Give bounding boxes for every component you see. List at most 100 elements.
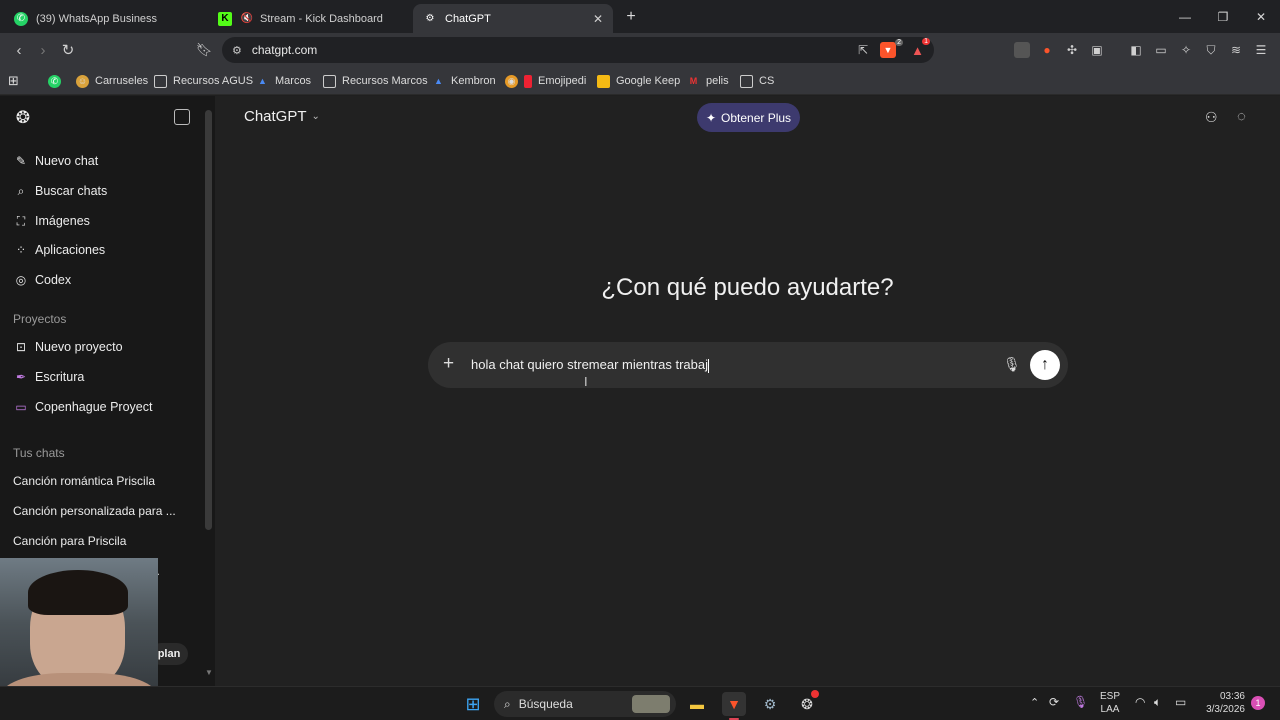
address-bar[interactable]: ⚙︎ chatgpt.com ⇱ ▼ 2 ▲ 1 (222, 37, 934, 63)
temporary-chat-icon[interactable]: ◌ (1237, 108, 1246, 125)
sidebar-toggle-icon[interactable]: ◧ (1128, 42, 1144, 58)
openai-logo-icon[interactable]: ❂ (13, 108, 33, 128)
microphone-icon[interactable]: 🎙︎ (1073, 695, 1088, 709)
sidebar-item-label: Nuevo proyecto (35, 340, 123, 354)
bookmark-carruseles[interactable]: ☺ Carruseles (76, 72, 148, 90)
folder-icon (154, 74, 167, 88)
extension-icon[interactable] (1014, 42, 1030, 58)
sidebar-item-escritura[interactable]: ✒ Escritura (13, 365, 84, 389)
back-button[interactable]: ‹ (8, 39, 30, 61)
scroll-down-icon[interactable]: ▼ (205, 668, 213, 677)
wifi-icon[interactable]: ◠ (1135, 695, 1145, 709)
apps-icon: ⁘ (15, 243, 27, 257)
bookmark-marcos[interactable]: ▲ Marcos (256, 72, 311, 90)
folder-icon (740, 74, 753, 88)
notification-badge[interactable]: 1 (1251, 696, 1265, 710)
mute-icon[interactable]: 🔇 (240, 12, 254, 26)
get-plus-button[interactable]: ✦ Obtener Plus (697, 103, 800, 132)
emojipedia-icon (524, 74, 532, 88)
sidebar-item-search-chats[interactable]: ⌕ Buscar chats (13, 179, 108, 203)
bookmark-whatsapp[interactable]: ✆ (48, 72, 67, 90)
bookmark-kembron[interactable]: ▲ Kembron (432, 72, 496, 90)
file-explorer-icon[interactable]: ▬ (685, 692, 709, 716)
windows-start-icon[interactable]: ⊞ (461, 692, 485, 716)
bookmark-pelis[interactable]: M pelis (687, 72, 729, 90)
bookmark-label: CS (759, 75, 775, 87)
tab-whatsapp[interactable]: ✆ (39) WhatsApp Business (4, 4, 204, 33)
language-code: ESP (1100, 691, 1121, 702)
tab-kick[interactable]: K 🔇 Stream - Kick Dashboard (208, 4, 408, 33)
bookmark-label: pelis (706, 75, 729, 87)
menu-icon[interactable]: ☰ (1253, 42, 1269, 58)
site-info-icon[interactable]: ⚙︎ (232, 44, 242, 57)
leo-ai-icon[interactable]: ✧ (1178, 42, 1194, 58)
chat-item[interactable]: Canción para Priscila (13, 534, 126, 548)
google-drive-icon: ▲ (258, 76, 267, 86)
prompt-input[interactable]: hola chat quiero stremear mientras traba… (471, 357, 710, 373)
bookmarks-bar: ⊞ ✆ ☺ Carruseles Recursos AGUS ▲ Marcos … (0, 67, 1280, 95)
bookmark-google-keep[interactable]: Google Keep (597, 72, 680, 90)
volume-icon[interactable]: 🔈︎ (1154, 695, 1161, 710)
microphone-icon[interactable]: 🎙︎ (1003, 356, 1021, 373)
person-hair (28, 570, 128, 615)
sidebar-item-apps[interactable]: ⁘ Aplicaciones (13, 238, 105, 262)
url-text[interactable]: chatgpt.com (252, 43, 317, 57)
bookmark-cs[interactable]: CS (740, 72, 774, 90)
chat-item[interactable]: Canción romántica Priscila (13, 474, 155, 488)
bookmark-icon[interactable]: 🔖︎ (193, 39, 215, 61)
sidebar-item-codex[interactable]: ◎ Codex (13, 268, 71, 292)
sidebar-item-new-project[interactable]: ⊡ Nuevo proyecto (13, 335, 123, 359)
search-icon: ⌕ (17, 183, 25, 198)
restore-button[interactable]: ❐ (1204, 0, 1242, 33)
bookmark-recursos-agus[interactable]: Recursos AGUS (154, 72, 253, 90)
text-cursor (708, 358, 710, 373)
add-person-icon[interactable]: ⚇ (1205, 109, 1218, 126)
tray-overflow-icon[interactable]: ⌃ (1030, 696, 1039, 709)
vpn-icon[interactable]: ⛉ (1203, 42, 1219, 58)
sidebar-item-new-chat[interactable]: ✎ Nuevo chat (13, 149, 98, 173)
brave-shields-icon[interactable]: ▼ (880, 42, 896, 58)
sidebar-scrollbar[interactable] (205, 110, 212, 530)
send-button[interactable]: ↑ (1030, 350, 1060, 380)
whatsapp-icon: ✆ (14, 11, 28, 26)
model-selector[interactable]: ChatGPT ⌄ (244, 108, 320, 125)
sidebar-item-label: Buscar chats (35, 184, 108, 198)
bookmark-emojipedi[interactable]: Emojipedi (524, 72, 586, 90)
bookmark-recursos-marcos[interactable]: Recursos Marcos (323, 72, 428, 90)
language-indicator[interactable]: ESP LAA (1100, 690, 1120, 716)
tab-chatgpt[interactable]: ⚙ ChatGPT ✕ (413, 4, 613, 33)
add-attachment-icon[interactable]: + (443, 354, 454, 374)
bookmark-label: Emojipedi (538, 75, 587, 87)
bookmark-emoji[interactable]: ◉ (505, 72, 524, 90)
wallet-icon[interactable]: ▭ (1153, 42, 1169, 58)
brave-browser-icon[interactable]: ▼ (722, 692, 746, 716)
share-icon[interactable]: ⇱ (858, 43, 868, 57)
codex-icon: ◎ (15, 273, 27, 287)
close-window-button[interactable]: ✕ (1242, 0, 1280, 33)
media-icon[interactable]: ▣ (1089, 42, 1105, 58)
settings-icon[interactable]: ⚙ (758, 692, 782, 716)
sidebar-item-images[interactable]: ⛶ Imágenes (13, 209, 90, 233)
new-tab-button[interactable]: + (622, 8, 640, 26)
chat-main: ChatGPT ⌄ ✦ Obtener Plus ⚇ ◌ ¿Con qué pu… (215, 96, 1280, 686)
extension-icon[interactable]: ≋ (1228, 42, 1244, 58)
forward-button[interactable]: › (32, 39, 54, 61)
edit-icon: ✎ (15, 154, 27, 168)
apps-grid-icon[interactable]: ⊞ (8, 72, 19, 90)
chat-item[interactable]: Canción personalizada para ... (13, 504, 176, 518)
sidebar-item-copenhague[interactable]: ▭ Copenhague Proyect (13, 395, 152, 419)
puzzle-icon[interactable]: ✣ (1064, 42, 1080, 58)
extension-icon[interactable]: ● (1039, 42, 1055, 58)
close-sidebar-icon[interactable] (174, 109, 190, 125)
rewards-icon[interactable]: ▲ (911, 43, 924, 58)
reload-button[interactable]: ↻ (57, 39, 79, 61)
taskbar-search[interactable]: ⌕ Búsqueda (494, 691, 676, 717)
chats-header: Tus chats (13, 446, 65, 460)
tab-title: (39) WhatsApp Business (36, 12, 158, 25)
clock[interactable]: 03:36 3/3/2026 (1200, 690, 1245, 716)
close-tab-icon[interactable]: ✕ (593, 12, 603, 26)
battery-icon[interactable]: ▭ (1175, 695, 1186, 709)
sync-icon[interactable]: ⟳ (1049, 695, 1059, 709)
minimize-button[interactable]: — (1166, 0, 1204, 33)
bookmark-label: Recursos AGUS (173, 75, 254, 87)
